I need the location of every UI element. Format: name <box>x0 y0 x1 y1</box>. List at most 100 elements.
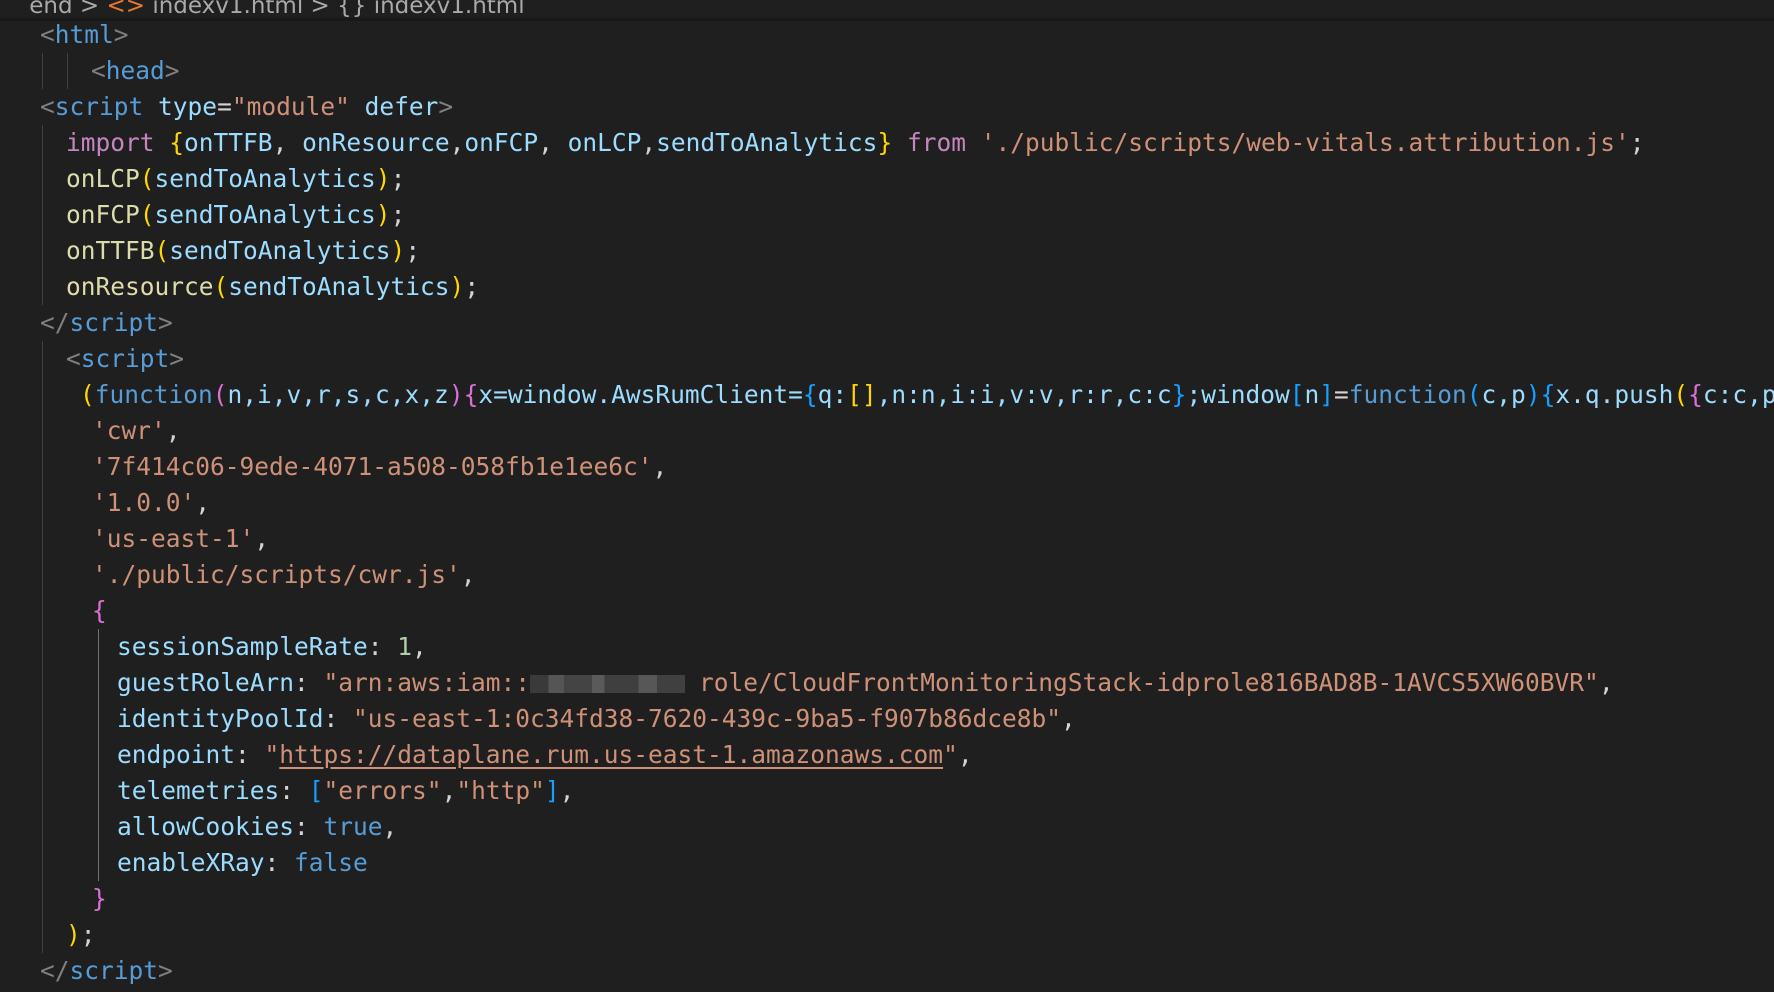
attribute-name: type <box>158 92 218 121</box>
string-literal: 'us-east-1' <box>92 524 255 553</box>
tag-bracket: < <box>40 92 55 121</box>
code-line: onLCP(sendToAnalytics); <box>0 161 1774 197</box>
code-line: onFCP(sendToAnalytics); <box>0 197 1774 233</box>
indent-guide <box>67 53 68 89</box>
number-literal: 1 <box>397 632 413 661</box>
punctuation: ; <box>1629 128 1645 157</box>
indent-guide <box>42 521 43 557</box>
line-content: identityPoolId: "us-east-1:0c34fd38-7620… <box>117 701 1076 737</box>
code-area[interactable]: <html> <head> <script type="module" defe… <box>0 17 1774 989</box>
bracket: ) <box>390 236 406 265</box>
indent-guide <box>98 845 99 881</box>
line-content: <html> <box>40 17 129 53</box>
indent-guide <box>42 233 43 269</box>
indent-guide <box>98 737 99 773</box>
code-line: <html> <box>0 17 1774 53</box>
property-key: sessionSampleRate <box>117 632 368 661</box>
punctuation: , <box>957 740 973 769</box>
property: q: <box>817 380 848 409</box>
punctuation: , <box>382 812 398 841</box>
code-line: '1.0.0', <box>0 485 1774 521</box>
parameters: c,p <box>1481 380 1526 409</box>
bracket: ( <box>80 380 95 409</box>
bracket: ( <box>1466 380 1482 409</box>
indent-guide <box>98 809 99 845</box>
keyword: function <box>1348 380 1467 409</box>
code-line: import {onTTFB, onResource,onFCP, onLCP,… <box>0 125 1774 161</box>
identifier: sendToAnalytics <box>154 164 376 193</box>
expression: x.q.push <box>1555 380 1674 409</box>
line-content: <script type="module" defer> <box>40 89 453 125</box>
breadcrumb-file[interactable]: indexv1.html <box>152 0 303 18</box>
bracket: { <box>169 128 185 157</box>
indent-guide <box>98 665 99 701</box>
code-line: '7f414c06-9ede-4071-a508-058fb1e1ee6c', <box>0 449 1774 485</box>
html-file-icon: <> <box>106 0 146 18</box>
operator: = <box>1334 380 1349 409</box>
line-content: <script> <box>66 341 184 377</box>
line-content: sessionSampleRate: 1, <box>117 629 427 665</box>
bracket: ) <box>1525 380 1541 409</box>
bracket: ( <box>139 200 155 229</box>
breadcrumb-folder[interactable]: end <box>29 0 72 18</box>
code-editor[interactable]: end > <> indexv1.html > {} indexv1.html … <box>0 0 1774 992</box>
punctuation: , <box>652 452 668 481</box>
endpoint-link[interactable]: https://dataplane.rum.us-east-1.amazonaw… <box>279 740 943 769</box>
string-literal: role/CloudFrontMonitoringStack-idprole81… <box>699 668 1599 697</box>
identifier: sendToAnalytics <box>169 236 391 265</box>
tag-bracket: > <box>164 56 180 85</box>
expression: ;window <box>1186 380 1290 409</box>
code-line: </script> <box>0 953 1774 989</box>
code-line: enableXRay: false <box>0 845 1774 881</box>
expression: c:c,p:p <box>1702 380 1774 409</box>
bracket: [ <box>1289 380 1305 409</box>
indent-guide <box>42 773 43 809</box>
properties: ,n:n,i:i,v:v,r:r,c:c <box>876 380 1172 409</box>
property-key: guestRoleArn <box>117 668 295 697</box>
attribute-value: "module" <box>231 92 350 121</box>
string-literal: "arn:aws:iam:: <box>323 668 531 697</box>
line-content: '7f414c06-9ede-4071-a508-058fb1e1ee6c', <box>92 449 667 485</box>
bracket: ( <box>1673 380 1689 409</box>
breadcrumb-symbol[interactable]: indexv1.html <box>374 0 525 18</box>
keyword: import <box>66 128 155 157</box>
punctuation: : <box>294 668 324 697</box>
code-line: sessionSampleRate: 1, <box>0 629 1774 665</box>
bracket: { <box>92 596 107 625</box>
punctuation: : <box>323 704 354 733</box>
bracket: ) <box>66 920 81 949</box>
bracket: ] <box>1319 380 1334 409</box>
indent-guide <box>42 629 43 665</box>
function-call: onResource <box>66 272 214 301</box>
tag-bracket: < <box>66 344 81 373</box>
punctuation: : <box>294 812 324 841</box>
punctuation: ; <box>390 164 406 193</box>
line-content: allowCookies: true, <box>117 809 397 845</box>
line-content: onLCP(sendToAnalytics); <box>66 161 405 197</box>
code-line: (function(n,i,v,r,s,c,x,z){x=window.AwsR… <box>0 377 1774 413</box>
punctuation: , <box>1061 704 1076 733</box>
code-line: <head> <box>0 53 1774 89</box>
code-line: ); <box>0 917 1774 953</box>
boolean-literal: false <box>294 848 368 877</box>
string-literal: './public/scripts/cwr.js' <box>92 560 461 589</box>
punctuation: , <box>254 524 270 553</box>
property-key: endpoint <box>117 740 236 769</box>
bracket: { <box>463 380 479 409</box>
punctuation: : <box>367 632 398 661</box>
identifier: sendToAnalytics <box>154 200 376 229</box>
bracket: ) <box>448 380 464 409</box>
indent-guide <box>42 53 43 89</box>
line-content: import {onTTFB, onResource,onFCP, onLCP,… <box>66 125 1645 161</box>
punctuation: , <box>460 560 476 589</box>
bracket: ] <box>544 776 560 805</box>
tag-bracket: > <box>158 308 173 337</box>
line-content: </script> <box>40 305 173 341</box>
bracket: ) <box>375 200 391 229</box>
line-content: ); <box>66 917 96 953</box>
indent-guide <box>42 125 43 161</box>
identifier: onLCP <box>567 128 642 157</box>
string-literal: '1.0.0' <box>92 488 196 517</box>
expression: x=window.AwsRumClient= <box>478 380 803 409</box>
tag-name: script <box>69 308 159 337</box>
